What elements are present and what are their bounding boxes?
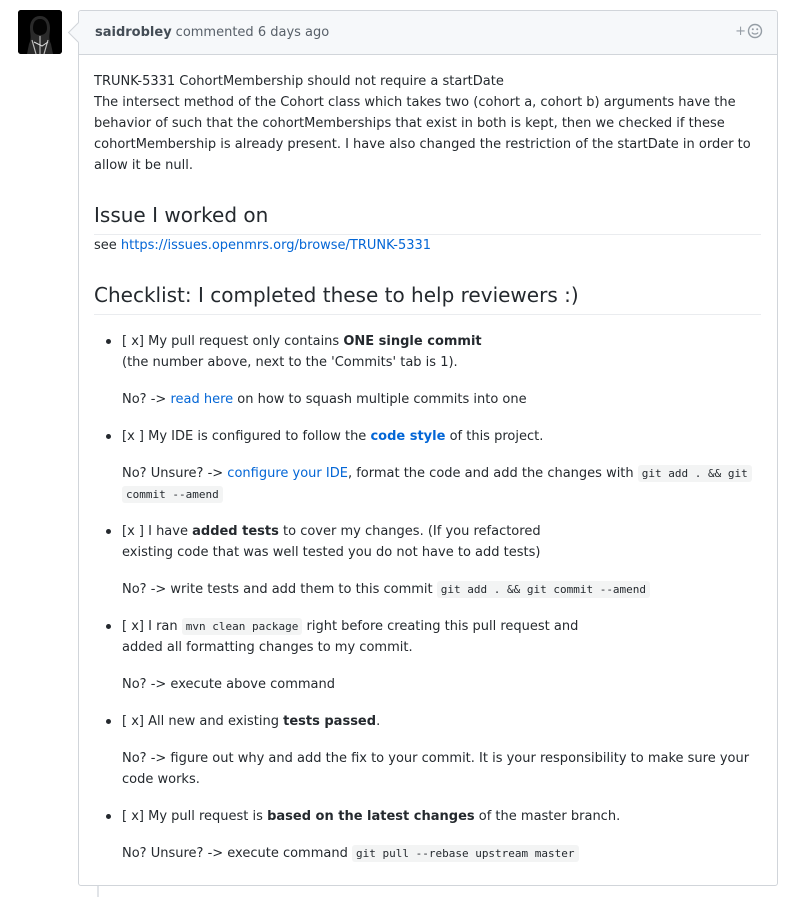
configure-ide-link[interactable]: configure your IDE — [227, 466, 348, 481]
plus-label: + — [735, 23, 746, 39]
no-mid: , format the code and add the changes wi… — [347, 466, 638, 481]
item-no-line: No? -> write tests and add them to this … — [122, 579, 761, 600]
item-line2: existing code that was well tested you d… — [122, 545, 541, 560]
item-text: [x ] My IDE is configured to follow the … — [122, 426, 761, 447]
git-add-code: git add . && git — [637, 465, 752, 482]
pr-description: The intersect method of the Cohort class… — [94, 95, 751, 173]
comment-author[interactable]: saidrobley — [95, 25, 172, 40]
timeline-line — [97, 886, 99, 897]
item-no-line: No? -> execute above command — [122, 677, 335, 692]
no-suffix: on how to squash multiple commits into o… — [233, 392, 527, 407]
item-suffix: . — [376, 714, 381, 729]
see-line: see https://issues.openmrs.org/browse/TR… — [94, 235, 761, 256]
item-bold: ONE single commit — [343, 334, 482, 349]
mvn-command-code: mvn clean package — [181, 618, 303, 635]
code-style-link[interactable]: code style — [370, 429, 445, 444]
item-prefix: [x ] My IDE is configured to follow the — [122, 429, 371, 444]
no-prefix: No? Unsure? -> — [122, 466, 228, 481]
item-no-line: No? Unsure? -> execute command git pull … — [122, 843, 761, 864]
item-suffix: to cover my changes. (If you refactored — [278, 524, 541, 539]
item-prefix: [ x] All new and existing — [122, 714, 284, 729]
item-suffix: of the master branch. — [474, 809, 621, 824]
comment-header: saidrobley commented 6 days ago + — [79, 11, 777, 55]
item-text: [ x] All new and existing tests passed. — [122, 711, 761, 732]
no-text: No? Unsure? -> execute command — [122, 846, 352, 861]
comment-timestamp[interactable]: 6 days ago — [258, 25, 329, 40]
item-bold: added tests — [192, 524, 279, 539]
item-bold: tests passed — [283, 714, 377, 729]
checklist-item-mvn-clean: [ x] I ran mvn clean package right befor… — [106, 616, 761, 695]
checklist-item-single-commit: [ x] My pull request only contains ONE s… — [106, 331, 761, 410]
item-line2: added all formatting changes to my commi… — [122, 640, 413, 655]
checklist-item-latest-changes: [ x] My pull request is based on the lat… — [106, 806, 761, 864]
item-prefix: [ x] My pull request is — [122, 809, 268, 824]
checklist-item-added-tests: [x ] I have added tests to cover my chan… — [106, 521, 761, 600]
item-suffix: of this project. — [445, 429, 544, 444]
add-reaction-button[interactable]: + — [735, 23, 763, 39]
item-no-line: No? -> read here on how to squash multip… — [122, 389, 761, 410]
smiley-icon — [747, 23, 763, 39]
see-prefix: see — [94, 238, 117, 253]
checklist: [ x] My pull request only contains ONE s… — [94, 331, 761, 864]
issue-heading: Issue I worked on — [94, 202, 761, 235]
item-prefix: [ x] I ran — [122, 619, 182, 634]
no-prefix: No? -> — [122, 392, 171, 407]
commit-amend-code: commit --amend — [122, 486, 223, 503]
comment-box: saidrobley commented 6 days ago + TRUNK-… — [78, 10, 778, 886]
item-text: [x ] I have added tests to cover my chan… — [122, 521, 761, 542]
item-suffix: right before creating this pull request … — [302, 619, 579, 634]
item-no-line: No? Unsure? -> configure your IDE, forma… — [122, 463, 761, 505]
avatar[interactable] — [18, 10, 62, 54]
item-prefix: [ x] My pull request only contains — [122, 334, 344, 349]
git-command-code: git add . && git commit --amend — [436, 581, 651, 598]
checklist-item-tests-passed: [ x] All new and existing tests passed. … — [106, 711, 761, 790]
comment-body: TRUNK-5331 CohortMembership should not r… — [79, 55, 777, 864]
item-prefix: [x ] I have — [122, 524, 193, 539]
no-text: No? -> write tests and add them to this … — [122, 582, 437, 597]
checklist-heading: Checklist: I completed these to help rev… — [94, 282, 761, 315]
item-text: [ x] I ran mvn clean package right befor… — [122, 616, 761, 637]
item-no-line: No? -> figure out why and add the fix to… — [122, 751, 750, 787]
pr-title-line: TRUNK-5331 CohortMembership should not r… — [94, 74, 504, 89]
read-here-link[interactable]: read here — [170, 392, 233, 407]
issue-link[interactable]: https://issues.openmrs.org/browse/TRUNK-… — [121, 238, 431, 253]
item-text: [ x] My pull request is based on the lat… — [122, 806, 761, 827]
item-line2: (the number above, next to the 'Commits'… — [122, 355, 458, 370]
item-bold: based on the latest changes — [267, 809, 475, 824]
checklist-item-code-style: [x ] My IDE is configured to follow the … — [106, 426, 761, 505]
comment-action: commented — [175, 25, 254, 40]
git-pull-code: git pull --rebase upstream master — [351, 845, 579, 862]
item-text: [ x] My pull request only contains ONE s… — [122, 331, 761, 352]
hooded-figure-icon — [18, 10, 62, 54]
